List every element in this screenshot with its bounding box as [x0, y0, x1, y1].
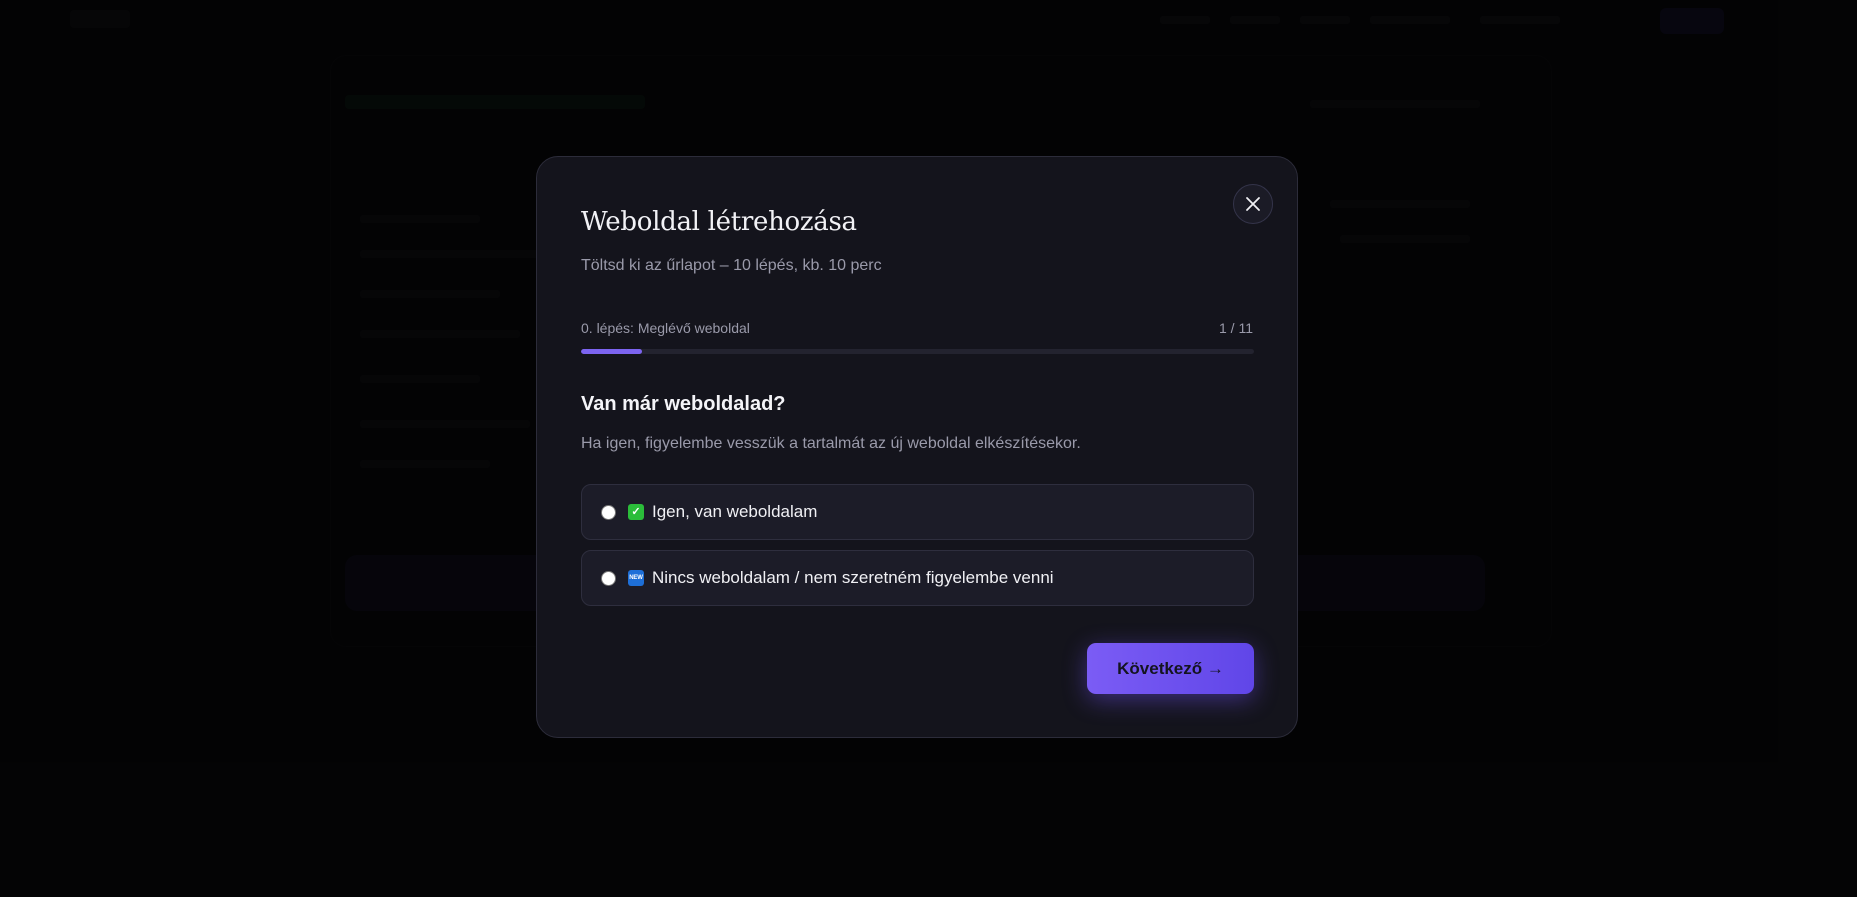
close-button[interactable] — [1233, 184, 1273, 224]
step-label: 0. lépés: Meglévő weboldal — [581, 320, 750, 336]
option-label: Nincs weboldalam / nem szeretném figyele… — [652, 568, 1054, 587]
radio-button[interactable] — [601, 570, 616, 586]
progress-bar — [581, 349, 1254, 354]
step-counter: 1 / 11 — [1219, 320, 1253, 336]
radio-button[interactable] — [601, 504, 616, 520]
modal-title: Weboldal létrehozása — [581, 207, 857, 237]
option-label: Igen, van weboldalam — [652, 502, 818, 521]
new-badge-icon: NEW — [628, 570, 644, 586]
question-title: Van már weboldalad? — [581, 393, 786, 415]
close-icon — [1246, 197, 1260, 211]
modal-subtitle: Töltsd ki az űrlapot – 10 lépés, kb. 10 … — [581, 257, 882, 274]
create-website-modal: Weboldal létrehozása Töltsd ki az űrlapo… — [536, 156, 1298, 738]
progress-bar-fill — [581, 349, 643, 354]
option-has-website[interactable]: ✓ Igen, van weboldalam — [581, 484, 1254, 540]
next-button[interactable]: Következő → — [1087, 643, 1254, 694]
question-help-text: Ha igen, figyelembe vesszük a tartalmát … — [581, 435, 1081, 452]
check-mark-icon: ✓ — [628, 504, 644, 520]
option-no-website[interactable]: NEW Nincs weboldalam / nem szeretném fig… — [581, 550, 1254, 606]
